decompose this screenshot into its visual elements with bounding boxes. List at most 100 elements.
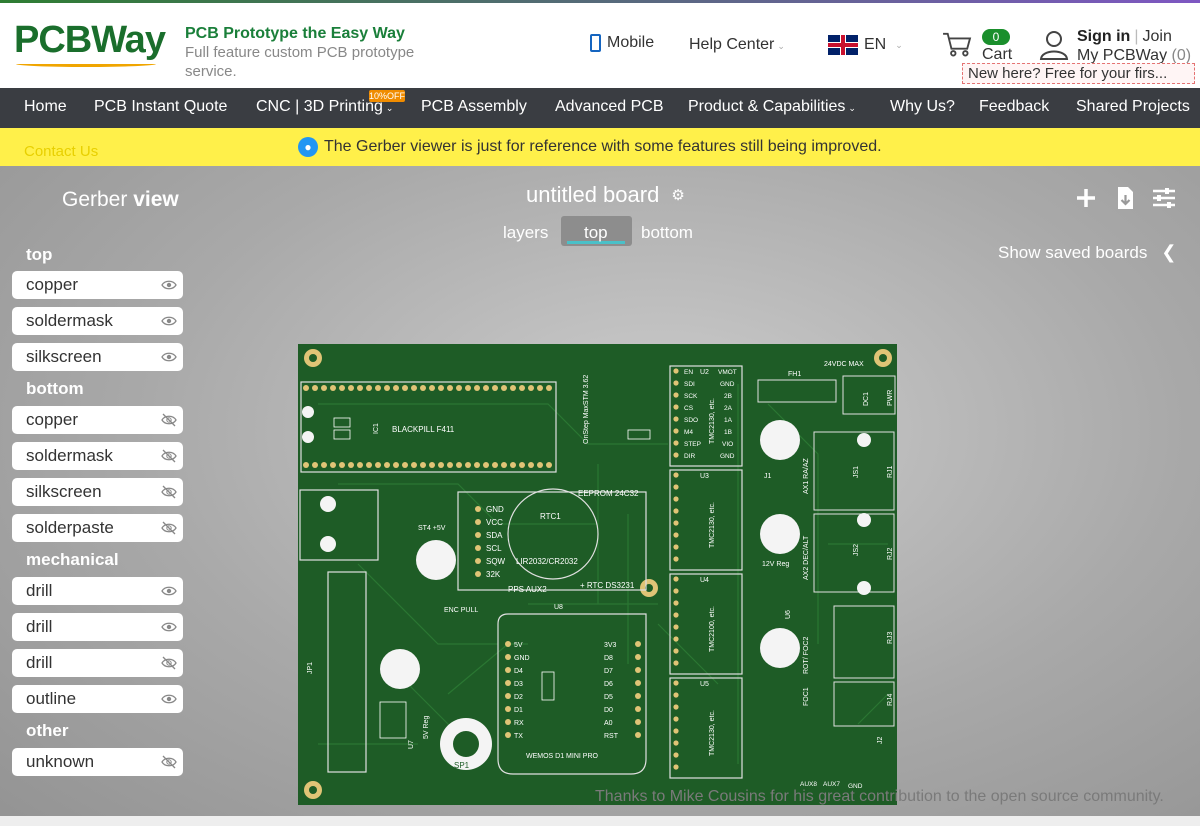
gear-icon[interactable]: ⚙ bbox=[671, 186, 684, 204]
pcb-driver-pin: VMOT bbox=[718, 369, 737, 376]
download-file-icon[interactable] bbox=[1113, 186, 1137, 210]
pcb-label-fh1: FH1 bbox=[788, 371, 801, 378]
layer-drill-2[interactable]: drill bbox=[12, 613, 183, 641]
user-icon[interactable] bbox=[1038, 29, 1070, 61]
board-title[interactable]: untitled board ⚙ bbox=[526, 182, 685, 208]
eye-slash-icon[interactable] bbox=[161, 449, 177, 463]
logo-swoosh bbox=[16, 61, 156, 67]
pcb-label-foc1: FOC1 bbox=[803, 687, 810, 706]
show-saved-boards[interactable]: Show saved boards ❮ bbox=[998, 242, 1176, 263]
sign-in-link[interactable]: Sign in bbox=[1077, 28, 1130, 45]
chevron-down-icon: ⌄ bbox=[385, 103, 394, 113]
pcb-driver-pin: CS bbox=[684, 405, 694, 412]
credit-text: Thanks to Mike Cousins for his great con… bbox=[595, 788, 1164, 805]
horizontal-scrollbar[interactable] bbox=[0, 816, 1200, 826]
pcb-label-u5: U5 bbox=[700, 681, 709, 688]
layer-name: drill bbox=[26, 653, 53, 672]
show-saved-label: Show saved boards bbox=[998, 242, 1148, 262]
pcb-rtc-pin: SCL bbox=[486, 544, 502, 553]
section-top: top bbox=[26, 245, 53, 264]
layer-drill-3[interactable]: drill bbox=[12, 649, 183, 677]
nav-feedback[interactable]: Feedback bbox=[979, 98, 1049, 116]
pcb-driver-pin: 1B bbox=[724, 429, 732, 436]
pcbway-logo[interactable]: PCBWay bbox=[14, 19, 166, 62]
layer-bottom-silkscreen[interactable]: silkscreen bbox=[12, 478, 183, 506]
tab-layers[interactable]: layers bbox=[503, 223, 548, 243]
layer-bottom-copper[interactable]: copper bbox=[12, 406, 183, 434]
pcb-label-js1: JS1 bbox=[853, 466, 860, 478]
pcb-driver-pin: 2B bbox=[724, 393, 732, 400]
nav-shared-projects[interactable]: Shared Projects bbox=[1076, 98, 1190, 116]
nav-pcb-assembly[interactable]: PCB Assembly bbox=[421, 98, 527, 116]
join-link[interactable]: Join bbox=[1142, 28, 1171, 45]
layer-name: copper bbox=[26, 275, 78, 294]
eye-icon[interactable] bbox=[161, 314, 177, 328]
pcb-label-js2: JS2 bbox=[853, 544, 860, 556]
pcb-wemos-pin: D3 bbox=[514, 681, 523, 688]
layer-name: silkscreen bbox=[26, 482, 102, 501]
pcb-rtc-pin: GND bbox=[486, 505, 504, 514]
layer-unknown[interactable]: unknown bbox=[12, 748, 183, 776]
tab-bottom[interactable]: bottom bbox=[641, 223, 693, 243]
language-label: EN bbox=[864, 36, 887, 53]
cart-label: Cart bbox=[982, 46, 1013, 63]
layer-outline[interactable]: outline bbox=[12, 685, 183, 713]
pcb-rtc-pin: VCC bbox=[486, 518, 503, 527]
pcb-driver-pin: VIO bbox=[722, 441, 733, 448]
layer-bottom-solderpaste[interactable]: solderpaste bbox=[12, 514, 183, 542]
board-name: untitled board bbox=[526, 182, 660, 207]
tab-top[interactable]: top bbox=[584, 223, 608, 243]
sign-in-join: Sign in | Join bbox=[1077, 28, 1172, 46]
pcb-label-j2: J2 bbox=[877, 737, 884, 745]
eye-slash-icon[interactable] bbox=[161, 755, 177, 769]
nav-advanced-pcb[interactable]: Advanced PCB bbox=[555, 98, 664, 116]
new-here-promo[interactable]: New here? Free for your firs... bbox=[962, 63, 1195, 84]
nav-pcb-instant-quote[interactable]: PCB Instant Quote bbox=[94, 98, 227, 116]
eye-icon[interactable] bbox=[161, 350, 177, 364]
nav-cnc-label: CNC | 3D Printing bbox=[256, 98, 383, 115]
my-pcbway-count: (0) bbox=[1171, 47, 1192, 64]
pcb-wemos-pin: 5V bbox=[514, 642, 523, 649]
nav-home[interactable]: Home bbox=[24, 98, 67, 116]
pcb-label-u6: U6 bbox=[785, 610, 792, 619]
layer-name: unknown bbox=[26, 752, 95, 771]
pcb-label-u3: U3 bbox=[700, 473, 709, 480]
eye-slash-icon[interactable] bbox=[161, 521, 177, 535]
layer-top-soldermask[interactable]: soldermask bbox=[12, 307, 183, 335]
eye-icon[interactable] bbox=[161, 692, 177, 706]
pcb-label-pwr: PWR bbox=[887, 390, 894, 406]
nav-why-us[interactable]: Why Us? bbox=[890, 98, 955, 116]
pcb-driver-pin: SDI bbox=[684, 381, 695, 388]
nav-product-capabilities[interactable]: Product & Capabilities ⌄ bbox=[688, 98, 856, 116]
eye-icon[interactable] bbox=[161, 278, 177, 292]
mobile-link[interactable]: Mobile bbox=[590, 34, 654, 52]
pcb-driver-pin: GND bbox=[720, 381, 735, 388]
eye-icon[interactable] bbox=[161, 584, 177, 598]
tagline: PCB Prototype the Easy Way Full feature … bbox=[185, 25, 425, 81]
tagline-subtitle: Full feature custom PCB prototype servic… bbox=[185, 44, 415, 80]
layer-name: soldermask bbox=[26, 311, 113, 330]
nav-contact-us[interactable]: Contact Us bbox=[24, 143, 98, 160]
help-center-menu[interactable]: Help Center ⌄ bbox=[689, 36, 785, 54]
pcb-wemos-pin: D4 bbox=[514, 668, 523, 675]
pcb-board-render[interactable]: BLACKPILL F411 IC1 OnStep MaxSTM 3.62 EE… bbox=[298, 344, 897, 805]
settings-sliders-icon[interactable] bbox=[1152, 186, 1176, 210]
language-selector[interactable]: EN ⌄ bbox=[828, 35, 903, 55]
layer-top-silkscreen[interactable]: silkscreen bbox=[12, 343, 183, 371]
pcb-driver-pin: STEP bbox=[684, 441, 701, 448]
pcb-label-ax2: AX2 DEC/ALT bbox=[803, 535, 810, 580]
add-icon[interactable] bbox=[1074, 186, 1098, 210]
eye-slash-icon[interactable] bbox=[161, 656, 177, 670]
pcb-wemos-pin: D6 bbox=[604, 681, 613, 688]
layer-top-copper[interactable]: copper bbox=[12, 271, 183, 299]
layer-drill-1[interactable]: drill bbox=[12, 577, 183, 605]
pcb-label-ic1: IC1 bbox=[373, 423, 380, 434]
layer-bottom-soldermask[interactable]: soldermask bbox=[12, 442, 183, 470]
layer-name: drill bbox=[26, 617, 53, 636]
eye-slash-icon[interactable] bbox=[161, 485, 177, 499]
cart-count-badge: 0 bbox=[982, 29, 1010, 45]
pcb-label-battery: LIR2032/CR2032 bbox=[516, 557, 578, 566]
eye-slash-icon[interactable] bbox=[161, 413, 177, 427]
eye-icon[interactable] bbox=[161, 620, 177, 634]
tagline-title: PCB Prototype the Easy Way bbox=[185, 25, 405, 42]
